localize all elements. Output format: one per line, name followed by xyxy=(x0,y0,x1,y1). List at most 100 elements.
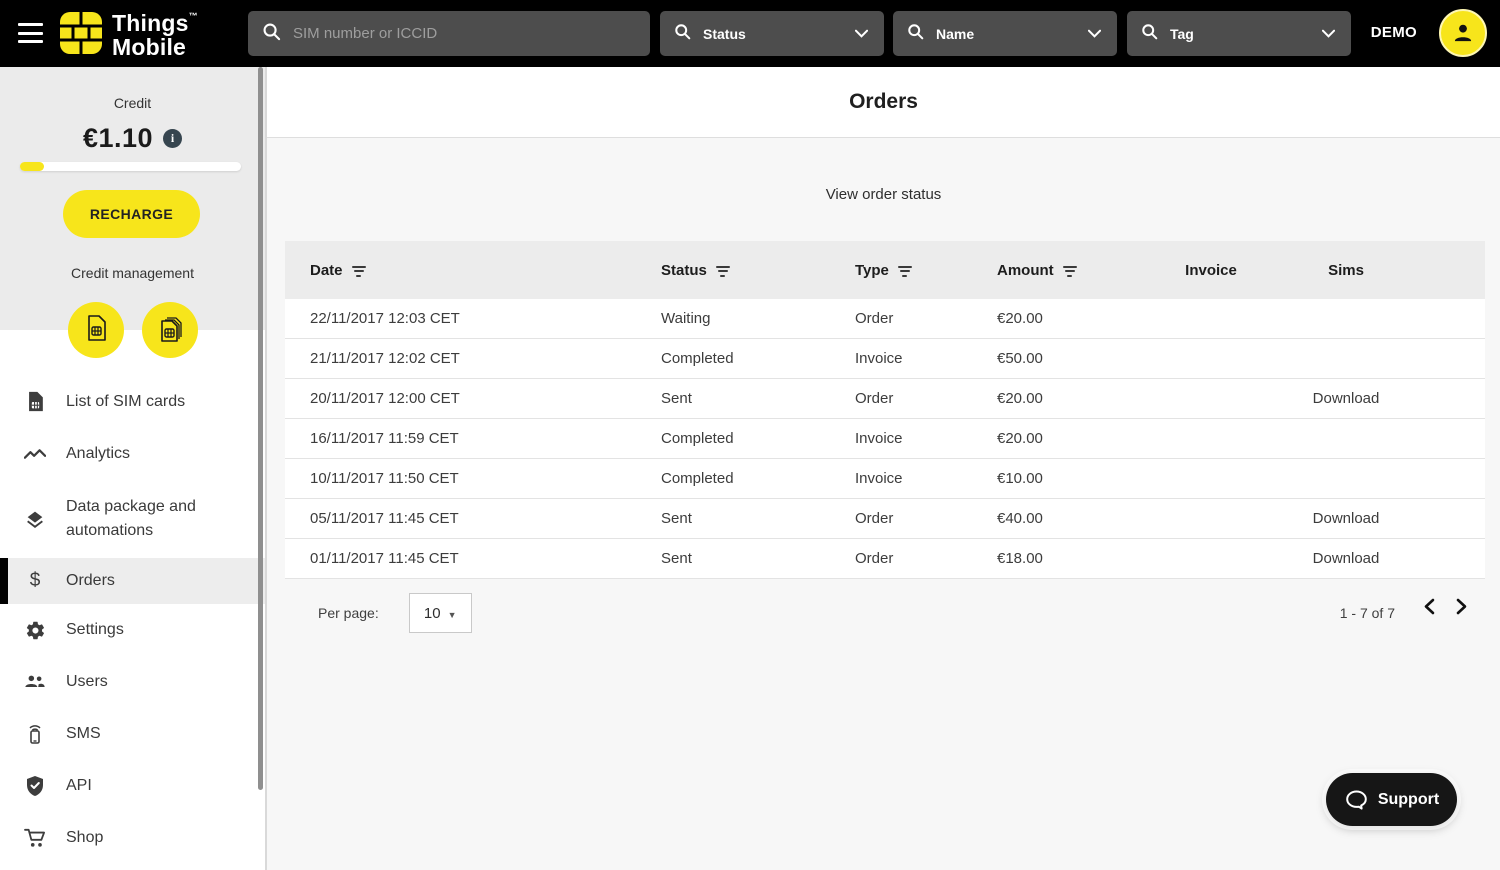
table-row: 10/11/2017 11:50 CET Completed Invoice €… xyxy=(285,459,1485,499)
brand-logo[interactable]: Things™ Mobile xyxy=(58,10,198,61)
credit-management-label: Credit management xyxy=(0,265,265,281)
sim-chip-logo-icon xyxy=(58,10,104,61)
column-header-amount: Amount xyxy=(997,262,1150,279)
cell-type: Invoice xyxy=(855,470,997,487)
credit-panel: Credit €1.10 i RECHARGE Credit managemen… xyxy=(0,67,265,330)
cart-icon xyxy=(24,827,46,849)
column-header-invoice: Invoice xyxy=(1150,262,1272,279)
sidebar-item-label: SMS xyxy=(66,722,101,746)
sidebar-item-orders[interactable]: $ Orders xyxy=(0,558,265,604)
cell-type: Invoice xyxy=(855,350,997,367)
cell-status: Completed xyxy=(661,350,855,367)
sidebar-item-label: Shop xyxy=(66,826,103,850)
cell-amount: €20.00 xyxy=(997,430,1150,447)
user-avatar[interactable] xyxy=(1439,9,1487,57)
sidebar-item-label: Settings xyxy=(66,618,124,642)
table-row: 01/11/2017 11:45 CET Sent Order €18.00 D… xyxy=(285,539,1485,579)
sidebar-item-shop[interactable]: Shop xyxy=(0,812,265,864)
previous-page-button[interactable] xyxy=(1421,596,1438,620)
cell-date: 10/11/2017 11:50 CET xyxy=(285,470,661,487)
cell-sims-download[interactable]: Download xyxy=(1272,390,1420,407)
sim-card-icon xyxy=(24,391,46,413)
support-button[interactable]: Support xyxy=(1326,773,1457,826)
table-row: 16/11/2017 11:59 CET Completed Invoice €… xyxy=(285,419,1485,459)
topbar: Things™ Mobile Status Name Tag xyxy=(0,0,1500,67)
chevron-down-icon xyxy=(855,25,868,43)
cell-amount: €50.00 xyxy=(997,350,1150,367)
search-icon xyxy=(1141,23,1158,45)
credit-title: Credit xyxy=(0,67,265,111)
sidebar-item-users[interactable]: Users xyxy=(0,656,265,708)
page-subtitle: View order status xyxy=(267,186,1500,203)
status-filter-dropdown[interactable]: Status xyxy=(660,11,884,56)
search-icon xyxy=(262,22,281,46)
cell-status: Sent xyxy=(661,390,855,407)
chevron-down-icon xyxy=(1088,25,1101,43)
sidebar-menu: List of SIM cards Analytics Data package… xyxy=(0,376,265,864)
cell-sims-download[interactable]: Download xyxy=(1272,510,1420,527)
sidebar-item-analytics[interactable]: Analytics xyxy=(0,428,265,480)
layers-icon xyxy=(24,508,46,530)
table-body: 22/11/2017 12:03 CET Waiting Order €20.0… xyxy=(285,299,1485,579)
sidebar: Credit €1.10 i RECHARGE Credit managemen… xyxy=(0,67,267,870)
status-filter-label: Status xyxy=(703,26,746,42)
cell-amount: €20.00 xyxy=(997,390,1150,407)
cell-type: Order xyxy=(855,510,997,527)
page-title: Orders xyxy=(849,90,918,114)
page-header: Orders xyxy=(267,67,1500,138)
filter-icon[interactable] xyxy=(352,264,366,277)
cell-type: Order xyxy=(855,550,997,567)
search-input[interactable] xyxy=(293,25,613,42)
column-header-sims: Sims xyxy=(1272,262,1420,279)
table-row: 05/11/2017 11:45 CET Sent Order €40.00 D… xyxy=(285,499,1485,539)
filter-icon[interactable] xyxy=(1063,264,1077,277)
sidebar-item-label: Users xyxy=(66,670,108,694)
cell-date: 21/11/2017 12:02 CET xyxy=(285,350,661,367)
tag-filter-dropdown[interactable]: Tag xyxy=(1127,11,1351,56)
sidebar-item-label: Data package and automations xyxy=(66,495,226,543)
sidebar-item-label: Analytics xyxy=(66,442,130,466)
cell-type: Order xyxy=(855,390,997,407)
sidebar-scrollbar[interactable] xyxy=(258,67,263,790)
orders-table: Date Status Type Amount Invoice Sims xyxy=(285,241,1485,633)
filter-icon[interactable] xyxy=(898,264,912,277)
next-page-button[interactable] xyxy=(1453,596,1470,620)
main-content: Orders View order status Date Status Typ… xyxy=(267,67,1500,870)
cell-status: Completed xyxy=(661,470,855,487)
cell-status: Sent xyxy=(661,510,855,527)
name-filter-dropdown[interactable]: Name xyxy=(893,11,1117,56)
info-icon[interactable]: i xyxy=(163,129,182,148)
column-header-status: Status xyxy=(661,262,855,279)
account-name: DEMO xyxy=(1371,24,1417,41)
cell-date: 01/11/2017 11:45 CET xyxy=(285,550,661,567)
sidebar-item-settings[interactable]: Settings xyxy=(0,604,265,656)
table-row: 22/11/2017 12:03 CET Waiting Order €20.0… xyxy=(285,299,1485,339)
multi-sim-recharge-button[interactable] xyxy=(142,302,198,358)
hamburger-menu-icon[interactable] xyxy=(18,23,43,43)
sidebar-item-data-package-and-automations[interactable]: Data package and automations xyxy=(0,480,265,558)
sidebar-item-api[interactable]: API xyxy=(0,760,265,812)
cell-amount: €18.00 xyxy=(997,550,1150,567)
cell-sims-download[interactable]: Download xyxy=(1272,550,1420,567)
users-icon xyxy=(24,671,46,693)
credit-progress-bar xyxy=(20,162,241,171)
per-page-select[interactable]: 10 ▼ xyxy=(409,593,472,633)
tag-filter-label: Tag xyxy=(1170,26,1194,42)
sidebar-item-sms[interactable]: SMS xyxy=(0,708,265,760)
table-row: 21/11/2017 12:02 CET Completed Invoice €… xyxy=(285,339,1485,379)
sms-phone-icon xyxy=(24,723,46,745)
pagination-range: 1 - 7 of 7 xyxy=(1340,605,1395,621)
support-label: Support xyxy=(1378,791,1439,809)
recharge-button[interactable]: RECHARGE xyxy=(63,190,200,238)
search-icon xyxy=(907,23,924,45)
single-sim-recharge-button[interactable] xyxy=(68,302,124,358)
chat-bubble-icon xyxy=(1344,788,1369,812)
cell-date: 20/11/2017 12:00 CET xyxy=(285,390,661,407)
sim-cards-stack-icon xyxy=(154,312,186,349)
search-icon xyxy=(674,23,691,45)
table-header-row: Date Status Type Amount Invoice Sims xyxy=(285,241,1485,299)
sidebar-item-list-of-sim-cards[interactable]: List of SIM cards xyxy=(0,376,265,428)
cell-type: Order xyxy=(855,310,997,327)
cell-date: 22/11/2017 12:03 CET xyxy=(285,310,661,327)
filter-icon[interactable] xyxy=(716,264,730,277)
